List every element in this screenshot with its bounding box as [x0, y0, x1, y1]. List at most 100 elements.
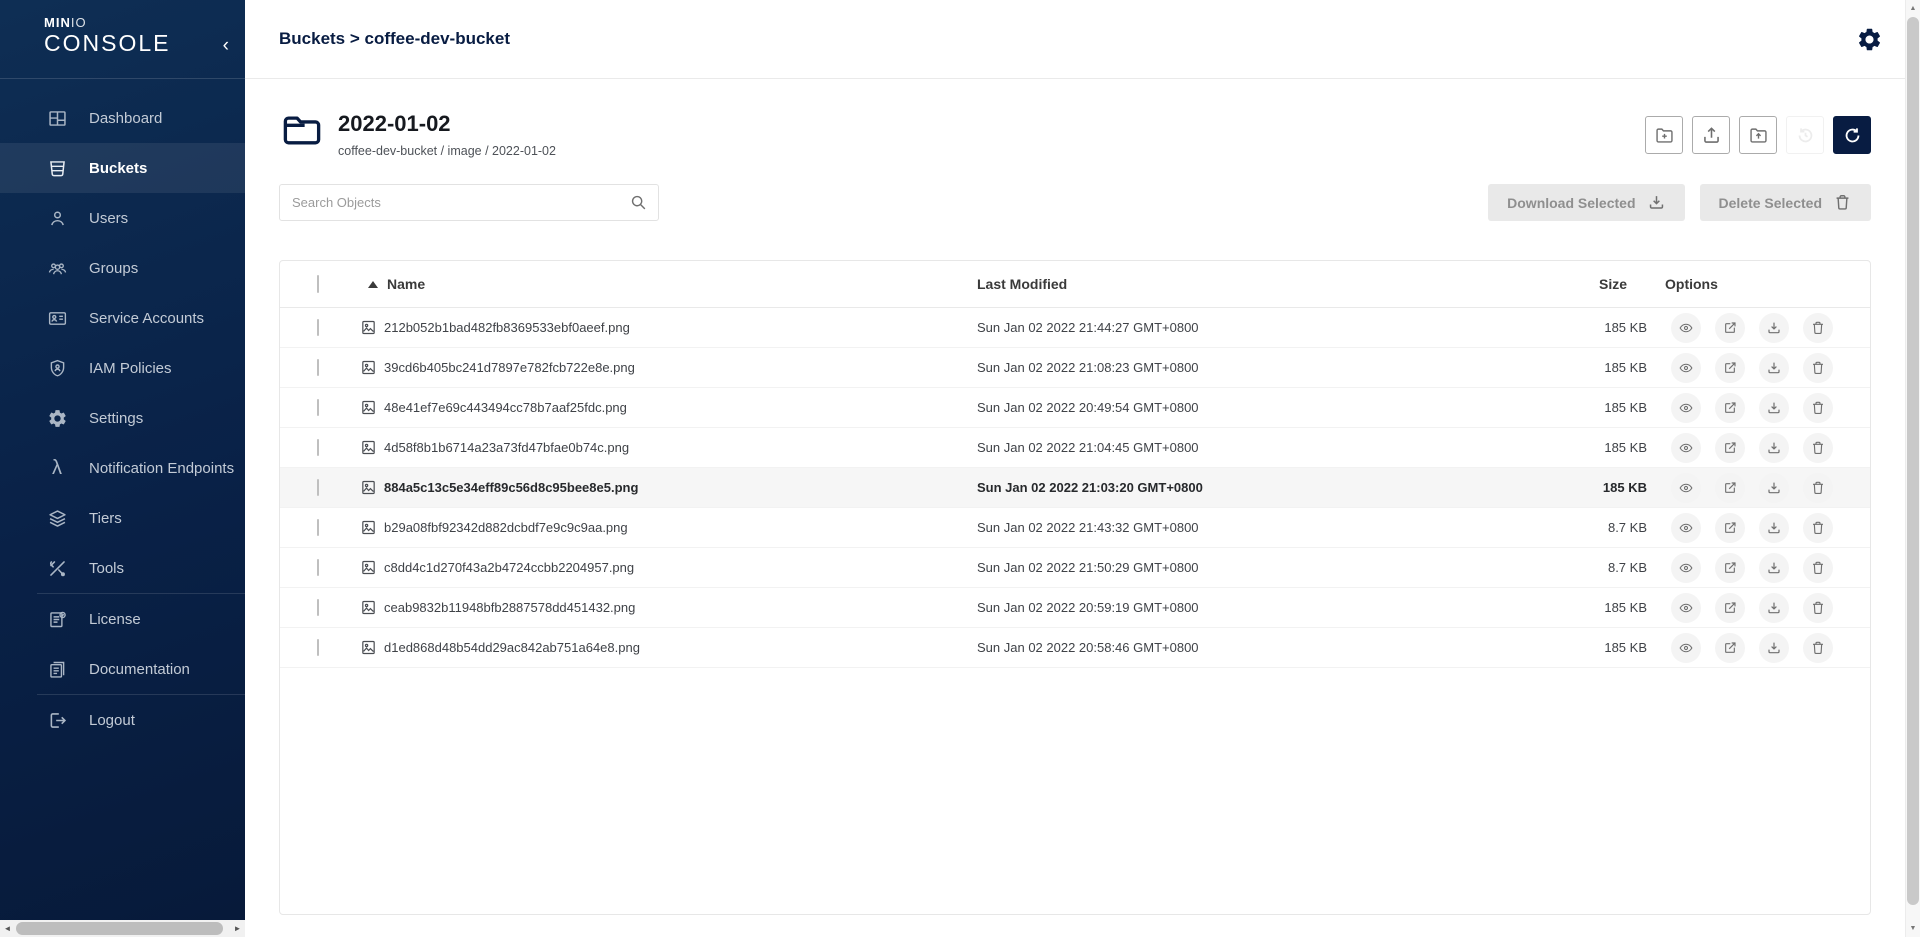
preview-icon[interactable]	[1671, 553, 1701, 583]
table-row[interactable]: 884a5c13c5e34eff89c56d8c95bee8e5.png Sun…	[280, 468, 1870, 508]
download-icon[interactable]	[1759, 353, 1789, 383]
sidebar-item-label: Groups	[89, 260, 138, 277]
sidebar-item-groups[interactable]: Groups	[0, 243, 245, 293]
trash-icon[interactable]	[1803, 633, 1833, 663]
sidebar-item-label: IAM Policies	[89, 360, 172, 377]
row-checkbox[interactable]	[317, 639, 319, 656]
row-checkbox[interactable]	[317, 479, 319, 496]
image-file-icon	[360, 559, 377, 576]
delete-selected-button[interactable]: Delete Selected	[1700, 184, 1872, 221]
row-checkbox[interactable]	[317, 439, 319, 456]
download-selected-button[interactable]: Download Selected	[1488, 184, 1684, 221]
preview-icon[interactable]	[1671, 513, 1701, 543]
download-icon[interactable]	[1759, 513, 1789, 543]
sidebar-item-iam-policies[interactable]: IAM Policies	[0, 343, 245, 393]
sidebar-item-buckets[interactable]: Buckets	[0, 143, 245, 193]
trash-icon[interactable]	[1803, 313, 1833, 343]
download-icon[interactable]	[1759, 553, 1789, 583]
row-checkbox[interactable]	[317, 319, 319, 336]
breadcrumb[interactable]: Buckets > coffee-dev-bucket	[279, 29, 510, 49]
sidebar-horizontal-scrollbar[interactable]: ◄ ►	[0, 920, 245, 937]
share-icon[interactable]	[1715, 313, 1745, 343]
sidebar-item-tools[interactable]: Tools	[0, 543, 245, 593]
sidebar-item-users[interactable]: Users	[0, 193, 245, 243]
share-icon[interactable]	[1715, 393, 1745, 423]
download-icon[interactable]	[1759, 593, 1789, 623]
share-icon[interactable]	[1715, 513, 1745, 543]
row-checkbox[interactable]	[317, 519, 319, 536]
sidebar-collapse-button[interactable]: ‹	[223, 36, 229, 55]
row-checkbox[interactable]	[317, 559, 319, 576]
table-row[interactable]: 39cd6b405bc241d7897e782fcb722e8e.png Sun…	[280, 348, 1870, 388]
table-row[interactable]: c8dd4c1d270f43a2b4724ccbb2204957.png Sun…	[280, 548, 1870, 588]
object-name-cell[interactable]: 4d58f8b1b6714a23a73fd47bfae0b74c.png	[360, 439, 977, 456]
scroll-down-arrow-icon[interactable]: ▼	[1906, 925, 1920, 932]
download-icon[interactable]	[1759, 313, 1789, 343]
preview-icon[interactable]	[1671, 433, 1701, 463]
preview-icon[interactable]	[1671, 313, 1701, 343]
scroll-left-arrow-icon[interactable]: ◄	[0, 920, 15, 937]
search-input[interactable]	[279, 184, 659, 221]
download-icon[interactable]	[1759, 393, 1789, 423]
sidebar-item-settings[interactable]: Settings	[0, 393, 245, 443]
download-icon[interactable]	[1759, 633, 1789, 663]
share-icon[interactable]	[1715, 473, 1745, 503]
preview-icon[interactable]	[1671, 473, 1701, 503]
download-icon[interactable]	[1759, 473, 1789, 503]
row-checkbox[interactable]	[317, 399, 319, 416]
table-row[interactable]: 48e41ef7e69c443494cc78b7aaf25fdc.png Sun…	[280, 388, 1870, 428]
preview-icon[interactable]	[1671, 633, 1701, 663]
share-icon[interactable]	[1715, 633, 1745, 663]
preview-icon[interactable]	[1671, 353, 1701, 383]
table-row[interactable]: b29a08fbf92342d882dcbdf7e9c9c9aa.png Sun…	[280, 508, 1870, 548]
trash-icon[interactable]	[1803, 513, 1833, 543]
object-name-cell[interactable]: 39cd6b405bc241d7897e782fcb722e8e.png	[360, 359, 977, 376]
object-name-cell[interactable]: b29a08fbf92342d882dcbdf7e9c9c9aa.png	[360, 519, 977, 536]
object-name-cell[interactable]: 884a5c13c5e34eff89c56d8c95bee8e5.png	[360, 479, 977, 496]
table-row[interactable]: d1ed868d48b54dd29ac842ab751a64e8.png Sun…	[280, 628, 1870, 668]
share-icon[interactable]	[1715, 593, 1745, 623]
row-checkbox[interactable]	[317, 599, 319, 616]
table-row[interactable]: 4d58f8b1b6714a23a73fd47bfae0b74c.png Sun…	[280, 428, 1870, 468]
sidebar-item-logout[interactable]: Logout	[0, 695, 245, 745]
share-icon[interactable]	[1715, 433, 1745, 463]
column-header-name[interactable]: Name	[360, 276, 977, 292]
refresh-button[interactable]	[1833, 116, 1871, 154]
trash-icon[interactable]	[1803, 473, 1833, 503]
sidebar-item-dashboard[interactable]: Dashboard	[0, 93, 245, 143]
share-icon[interactable]	[1715, 353, 1745, 383]
share-icon[interactable]	[1715, 553, 1745, 583]
vertical-scrollbar-thumb[interactable]	[1907, 17, 1919, 905]
scroll-up-arrow-icon[interactable]: ▲	[1906, 5, 1920, 12]
horizontal-scrollbar-thumb[interactable]	[16, 922, 223, 935]
download-icon[interactable]	[1759, 433, 1789, 463]
object-name-cell[interactable]: ceab9832b11948bfb2887578dd451432.png	[360, 599, 977, 616]
scroll-right-arrow-icon[interactable]: ►	[230, 920, 245, 937]
preview-icon[interactable]	[1671, 593, 1701, 623]
trash-icon[interactable]	[1803, 353, 1833, 383]
object-name-cell[interactable]: c8dd4c1d270f43a2b4724ccbb2204957.png	[360, 559, 977, 576]
vertical-scrollbar[interactable]: ▲ ▼	[1905, 0, 1920, 937]
sidebar-item-service-accounts[interactable]: Service Accounts	[0, 293, 245, 343]
rewind-button[interactable]	[1786, 116, 1824, 154]
row-checkbox[interactable]	[317, 359, 319, 376]
table-row[interactable]: 212b052b1bad482fb8369533ebf0aeef.png Sun…	[280, 308, 1870, 348]
upload-folder-button[interactable]	[1739, 116, 1777, 154]
sidebar-item-documentation[interactable]: Documentation	[0, 644, 245, 694]
sidebar-item-notification-endpoints[interactable]: λ Notification Endpoints	[0, 443, 245, 493]
create-new-path-button[interactable]	[1645, 116, 1683, 154]
upload-file-button[interactable]	[1692, 116, 1730, 154]
sidebar-item-tiers[interactable]: Tiers	[0, 493, 245, 543]
trash-icon[interactable]	[1803, 433, 1833, 463]
gear-icon[interactable]	[1856, 26, 1883, 53]
object-name-cell[interactable]: 212b052b1bad482fb8369533ebf0aeef.png	[360, 319, 977, 336]
select-all-checkbox[interactable]	[317, 275, 319, 293]
sidebar-item-license[interactable]: License	[0, 594, 245, 644]
table-row[interactable]: ceab9832b11948bfb2887578dd451432.png Sun…	[280, 588, 1870, 628]
object-name-cell[interactable]: d1ed868d48b54dd29ac842ab751a64e8.png	[360, 639, 977, 656]
object-name-cell[interactable]: 48e41ef7e69c443494cc78b7aaf25fdc.png	[360, 399, 977, 416]
trash-icon[interactable]	[1803, 393, 1833, 423]
trash-icon[interactable]	[1803, 593, 1833, 623]
preview-icon[interactable]	[1671, 393, 1701, 423]
trash-icon[interactable]	[1803, 553, 1833, 583]
